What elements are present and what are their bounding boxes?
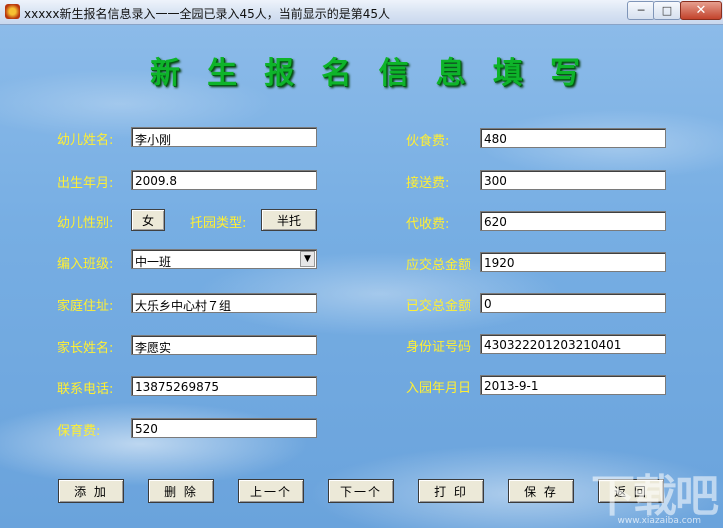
window-title: xxxxx新生报名信息录入一一全园已录入45人，当前显示的是第45人	[24, 7, 391, 21]
heading-char: 信	[378, 56, 409, 91]
gender-label: 幼儿性别:	[57, 216, 114, 231]
form-heading: 新 生 报 名 信 息 填 写	[150, 48, 580, 92]
paid-total-label: 已交总金额	[406, 299, 472, 314]
paid-total-input[interactable]: 0	[480, 293, 666, 313]
id-number-label: 身份证号码	[406, 340, 472, 355]
total-due-label: 应交总金额	[406, 258, 472, 273]
app-icon	[5, 4, 20, 19]
gender-button[interactable]: 女	[131, 209, 165, 231]
class-select[interactable]: 中一班 ▼	[131, 249, 317, 269]
print-button[interactable]: 打 印	[418, 479, 484, 503]
parent-name-input[interactable]: 李愿实	[131, 335, 317, 355]
parent-name-label: 家长姓名:	[57, 341, 114, 356]
phone-label: 联系电话:	[57, 382, 114, 397]
collect-fee-input[interactable]: 620	[480, 211, 666, 231]
care-type-button[interactable]: 半托	[261, 209, 317, 231]
meal-fee-input[interactable]: 480	[480, 128, 666, 148]
maximize-icon: □	[661, 4, 673, 17]
save-button[interactable]: 保 存	[508, 479, 574, 503]
next-button[interactable]: 下一个	[328, 479, 394, 503]
phone-input[interactable]: 13875269875	[131, 376, 317, 396]
title-bar[interactable]: xxxxx新生报名信息录入一一全园已录入45人，当前显示的是第45人 ─ □ ✕	[0, 0, 723, 25]
child-name-input[interactable]: 李小刚	[131, 127, 317, 147]
enroll-date-input[interactable]: 2013-9-1	[480, 375, 666, 395]
heading-char: 生	[207, 56, 238, 91]
birth-date-label: 出生年月:	[57, 176, 114, 191]
heading-char: 写	[549, 56, 580, 91]
prev-button[interactable]: 上一个	[238, 479, 304, 503]
class-select-value: 中一班	[135, 255, 172, 269]
transport-fee-input[interactable]: 300	[480, 170, 666, 190]
heading-char: 新	[150, 56, 180, 91]
address-input[interactable]: 大乐乡中心村７组	[131, 293, 317, 313]
enroll-date-label: 入园年月日	[406, 381, 472, 396]
care-fee-input[interactable]: 520	[131, 418, 317, 438]
meal-fee-label: 伙食费:	[406, 134, 450, 149]
care-fee-label: 保育费:	[57, 424, 101, 439]
id-number-input[interactable]: 430322201203210401	[480, 334, 666, 354]
delete-button[interactable]: 删 除	[148, 479, 214, 503]
heading-char: 报	[264, 56, 295, 91]
minimize-icon: ─	[637, 4, 645, 17]
app-window: xxxxx新生报名信息录入一一全园已录入45人，当前显示的是第45人 ─ □ ✕…	[0, 0, 723, 528]
class-label: 编入班级:	[57, 257, 114, 272]
chevron-down-icon[interactable]: ▼	[300, 251, 315, 267]
maximize-button[interactable]: □	[653, 1, 681, 20]
heading-char: 填	[492, 56, 523, 91]
birth-date-input[interactable]: 2009.8	[131, 170, 317, 190]
total-due-input[interactable]: 1920	[480, 252, 666, 272]
transport-fee-label: 接送费:	[406, 176, 450, 191]
care-type-label: 托园类型:	[190, 216, 247, 231]
watermark-url: www.xiazaiba.com	[617, 516, 701, 526]
address-label: 家庭住址:	[57, 299, 114, 314]
close-button[interactable]: ✕	[680, 1, 722, 20]
heading-char: 息	[435, 56, 466, 91]
heading-char: 名	[321, 56, 352, 91]
add-button[interactable]: 添 加	[58, 479, 124, 503]
watermark-logo: 下载吧	[591, 471, 719, 522]
collect-fee-label: 代收费:	[406, 217, 450, 232]
close-icon: ✕	[695, 3, 707, 18]
minimize-button[interactable]: ─	[627, 1, 655, 20]
sky-background	[0, 24, 723, 528]
child-name-label: 幼儿姓名:	[57, 133, 114, 148]
